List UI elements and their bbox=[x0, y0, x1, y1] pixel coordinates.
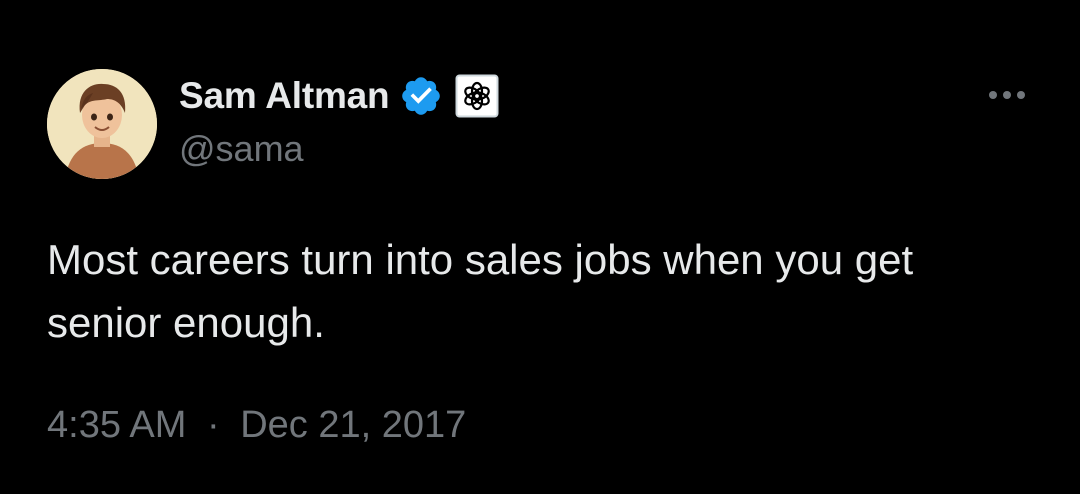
tweet-date[interactable]: Dec 21, 2017 bbox=[240, 404, 466, 446]
author-display-name[interactable]: Sam Altman bbox=[179, 75, 390, 117]
author-handle[interactable]: @sama bbox=[179, 128, 304, 170]
tweet-timestamp: 4:35 AM · Dec 21, 2017 bbox=[47, 404, 466, 447]
more-options-icon[interactable] bbox=[982, 80, 1032, 110]
tweet-text: Most careers turn into sales jobs when y… bbox=[47, 236, 914, 346]
openai-logo-icon[interactable] bbox=[455, 74, 499, 118]
avatar[interactable] bbox=[47, 69, 157, 179]
author-name-row: Sam Altman bbox=[179, 74, 499, 118]
tweet: Sam Altman @sama Most careers turn into … bbox=[0, 0, 1080, 494]
verified-badge-icon[interactable] bbox=[399, 74, 443, 118]
avatar-illustration bbox=[47, 69, 157, 179]
timestamp-separator: · bbox=[206, 404, 220, 446]
tweet-time[interactable]: 4:35 AM bbox=[47, 404, 186, 446]
